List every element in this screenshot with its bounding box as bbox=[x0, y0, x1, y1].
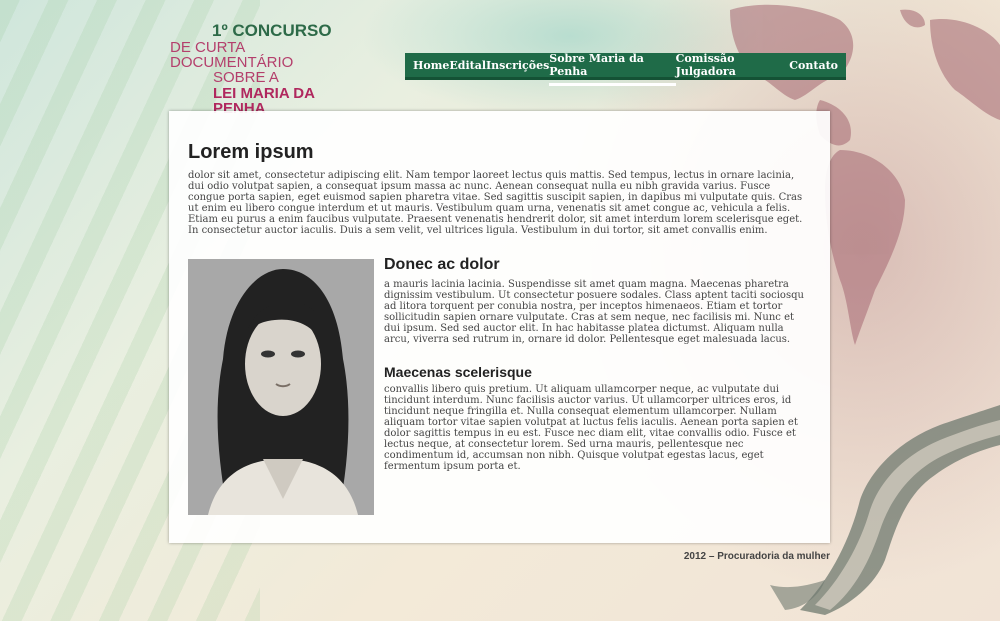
nav-home[interactable]: Home bbox=[413, 57, 449, 74]
nav-sobre-maria-da-penha[interactable]: Sobre Maria da Penha bbox=[549, 50, 677, 86]
page-title: Lorem ipsum bbox=[188, 141, 314, 163]
nav-comissao-julgadora[interactable]: Comissão Julgadora bbox=[676, 50, 790, 80]
logo-line-1: 1º CONCURSO bbox=[212, 21, 332, 40]
nav-edital[interactable]: Edital bbox=[449, 57, 486, 74]
footer-credit: 2012 – Procuradoria da mulher bbox=[683, 551, 830, 562]
section-1-heading: Donec ac dolor bbox=[384, 256, 500, 273]
intro-paragraph: dolor sit amet, consectetur adipiscing e… bbox=[188, 170, 803, 236]
logo-line-2: DE CURTA DOCUMENTÁRIO bbox=[170, 39, 294, 71]
main-navigation: Home Edital Inscrições Sobre Maria da Pe… bbox=[405, 50, 846, 86]
portrait-photo bbox=[188, 259, 374, 515]
nav-contato[interactable]: Contato bbox=[789, 57, 838, 74]
logo-line-3: SOBRE A bbox=[213, 69, 279, 86]
nav-inscricoes[interactable]: Inscrições bbox=[486, 57, 549, 74]
content-card: Lorem ipsum dolor sit amet, consectetur … bbox=[169, 111, 830, 543]
section-2-heading: Maecenas scelerisque bbox=[384, 364, 532, 380]
contest-logo[interactable]: 1º CONCURSO DE CURTA DOCUMENTÁRIO SOBRE … bbox=[170, 22, 370, 116]
section-1-text: a mauris lacinia lacinia. Suspendisse si… bbox=[384, 279, 804, 345]
section-2-text: convallis libero quis pretium. Ut aliqua… bbox=[384, 384, 798, 472]
